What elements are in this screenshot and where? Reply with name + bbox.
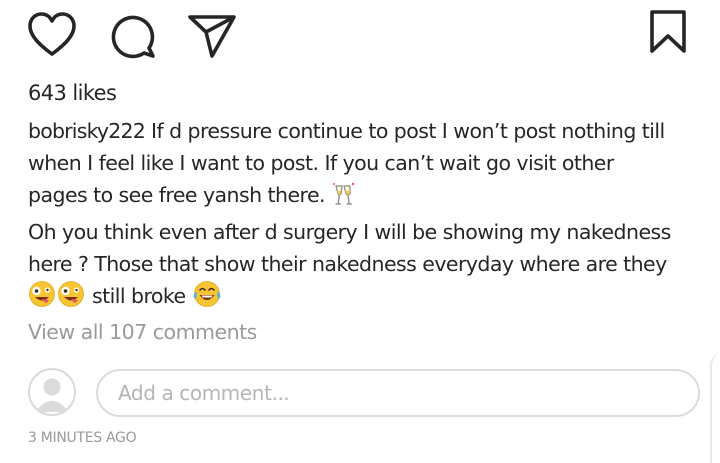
tears-of-joy-emoji bbox=[192, 280, 222, 317]
post-action-bar bbox=[0, 0, 720, 75]
zany-face-emoji bbox=[57, 280, 85, 317]
caption-line-2: when I feel like I want to post. If you … bbox=[28, 151, 614, 175]
clinking-glasses-emoji bbox=[331, 181, 357, 216]
likes-count[interactable]: 643 likes bbox=[28, 81, 117, 105]
caption-text-6: still broke bbox=[86, 284, 192, 308]
avatar[interactable] bbox=[28, 368, 76, 416]
caption-username[interactable]: bobrisky222 bbox=[28, 119, 146, 143]
caption-line-3: pages to see free yansh there. bbox=[28, 179, 704, 216]
post-caption: bobrisky222 If d pressure continue to po… bbox=[28, 115, 704, 317]
caption-line-1: bobrisky222 If d pressure continue to po… bbox=[28, 115, 704, 147]
view-all-comments-link[interactable]: View all 107 comments bbox=[28, 320, 257, 344]
heart-icon[interactable] bbox=[26, 11, 78, 59]
post-timestamp: 3 MINUTES AGO bbox=[28, 430, 137, 446]
caption-text-1: If d pressure continue to post I won’t p… bbox=[144, 119, 665, 143]
comment-input[interactable] bbox=[96, 369, 700, 417]
comment-icon[interactable] bbox=[108, 11, 158, 61]
sheet-edge bbox=[710, 352, 720, 463]
caption-text-3: pages to see free yansh there. bbox=[28, 183, 331, 207]
caption-line-5: here ? Those that show their nakedness e… bbox=[28, 252, 667, 276]
caption-line-6: still broke bbox=[28, 280, 704, 317]
bookmark-icon[interactable] bbox=[648, 9, 688, 55]
zany-face-emoji bbox=[28, 280, 56, 317]
add-comment-row bbox=[0, 364, 720, 424]
direct-send-icon[interactable] bbox=[186, 12, 238, 60]
caption-line-4: Oh you think even after d surgery I will… bbox=[28, 220, 671, 244]
